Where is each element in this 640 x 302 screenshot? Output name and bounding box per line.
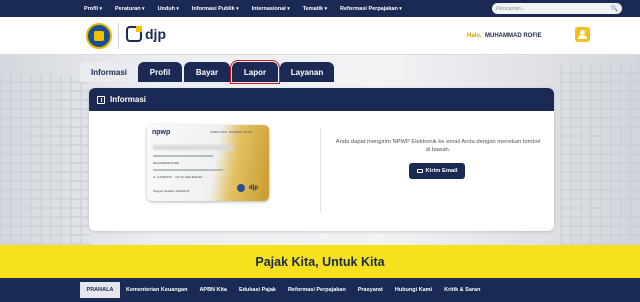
- tab-profil[interactable]: Profil: [138, 62, 182, 82]
- tab-lapor-label: Lapor: [243, 67, 267, 77]
- top-menu: Profil Peraturan Unduh Informasi Publik …: [84, 6, 415, 12]
- greeting-label: Halo,: [467, 33, 482, 39]
- tab-bayar[interactable]: Bayar: [184, 62, 230, 82]
- npwp-holder: MUHAMMAD ROFIE: [153, 161, 180, 165]
- menu-profil[interactable]: Profil: [84, 6, 102, 12]
- npwp-header: DIREKTORAT JENDERAL PAJAK: [210, 130, 253, 134]
- npwp-address: JL. KAMPUNG ... NO.12, KELURAHAN ...: [153, 175, 206, 179]
- search-input[interactable]: Pencarian... 🔍: [492, 3, 622, 14]
- logo-separator: [118, 23, 119, 49]
- npwp-card-image: npwp DIREKTORAT JENDERAL PAJAK MUHAMMAD …: [147, 125, 269, 201]
- info-icon: [97, 95, 105, 104]
- tab-informasi[interactable]: Informasi: [80, 62, 138, 82]
- slogan-text: Pajak Kita, Untuk Kita: [255, 254, 385, 269]
- email-info-text: Anda dapat mengirim NPWP Elektronik ke e…: [335, 139, 541, 153]
- footer-links: Kementerian Keuangan APBN Kita Edukasi P…: [126, 278, 492, 302]
- tab-profil-label: Profil: [149, 67, 171, 77]
- garuda-emblem-icon: [237, 184, 245, 192]
- info-card: Informasi npwp DIREKTORAT JENDERAL PAJAK…: [89, 88, 554, 231]
- npwp-number-blurred: [153, 145, 233, 150]
- menu-reformasi-perpajakan[interactable]: Reformasi Perpajakan: [340, 6, 402, 12]
- footer-link-kritik[interactable]: Kritik & Saran: [444, 287, 480, 293]
- menu-peraturan[interactable]: Peraturan: [115, 6, 145, 12]
- footer-link-kemenkeu[interactable]: Kementerian Keuangan: [126, 287, 187, 293]
- footer-link-reformasi[interactable]: Reformasi Perpajakan: [288, 287, 346, 293]
- menu-internasional[interactable]: Internasional: [252, 6, 290, 12]
- top-nav-bar: Profil Peraturan Unduh Informasi Publik …: [0, 0, 640, 17]
- djp-logo-icon: [126, 26, 142, 42]
- footer-link-prasyarat[interactable]: Prasyarat: [358, 287, 383, 293]
- user-name: MUHAMMAD ROFIE: [485, 33, 542, 39]
- footer-link-apbn[interactable]: APBN Kita: [199, 287, 227, 293]
- npwp-label: npwp: [152, 129, 171, 136]
- card-title: Informasi: [110, 95, 147, 104]
- slogan-banner: Pajak Kita, Untuk Kita: [0, 245, 640, 278]
- send-email-button[interactable]: Kirim Email: [409, 163, 465, 179]
- tab-lapor[interactable]: Lapor: [230, 60, 280, 84]
- footer-link-edukasi[interactable]: Edukasi Pajak: [239, 287, 276, 293]
- tab-bayar-label: Bayar: [195, 67, 219, 77]
- footer-link-hubungi[interactable]: Hubungi Kami: [395, 287, 432, 293]
- tab-layanan-label: Layanan: [290, 67, 324, 77]
- menu-tematik[interactable]: Tematik: [303, 6, 327, 12]
- mail-icon: [416, 169, 423, 173]
- tab-informasi-label: Informasi: [90, 67, 127, 77]
- search-icon[interactable]: 🔍: [611, 5, 618, 12]
- djp-logo-text: djp: [145, 26, 166, 42]
- npwp-line: [153, 155, 213, 157]
- card-header: Informasi: [89, 88, 554, 111]
- search-placeholder: Pencarian...: [496, 5, 526, 12]
- npwp-registered: Tanggal Terdaftar 12/02/2016: [153, 189, 190, 193]
- card-divider: [320, 128, 321, 212]
- djp-logo[interactable]: djp: [126, 26, 166, 42]
- user-avatar-icon[interactable]: [575, 27, 590, 42]
- menu-unduh[interactable]: Unduh: [158, 6, 179, 12]
- tab-layanan[interactable]: Layanan: [280, 62, 334, 82]
- npwp-line: [153, 169, 223, 171]
- npwp-djp-logo: djp: [249, 185, 258, 191]
- kemenkeu-logo-icon[interactable]: [86, 23, 112, 49]
- send-email-label: Kirim Email: [425, 168, 458, 174]
- footer-nav: PRANALA Kementerian Keuangan APBN Kita E…: [0, 278, 640, 302]
- tab-pranala[interactable]: PRANALA: [80, 282, 120, 298]
- menu-informasi-publik[interactable]: Informasi Publik: [192, 6, 239, 12]
- site-header: djp Halo, MUHAMMAD ROFIE: [0, 17, 640, 55]
